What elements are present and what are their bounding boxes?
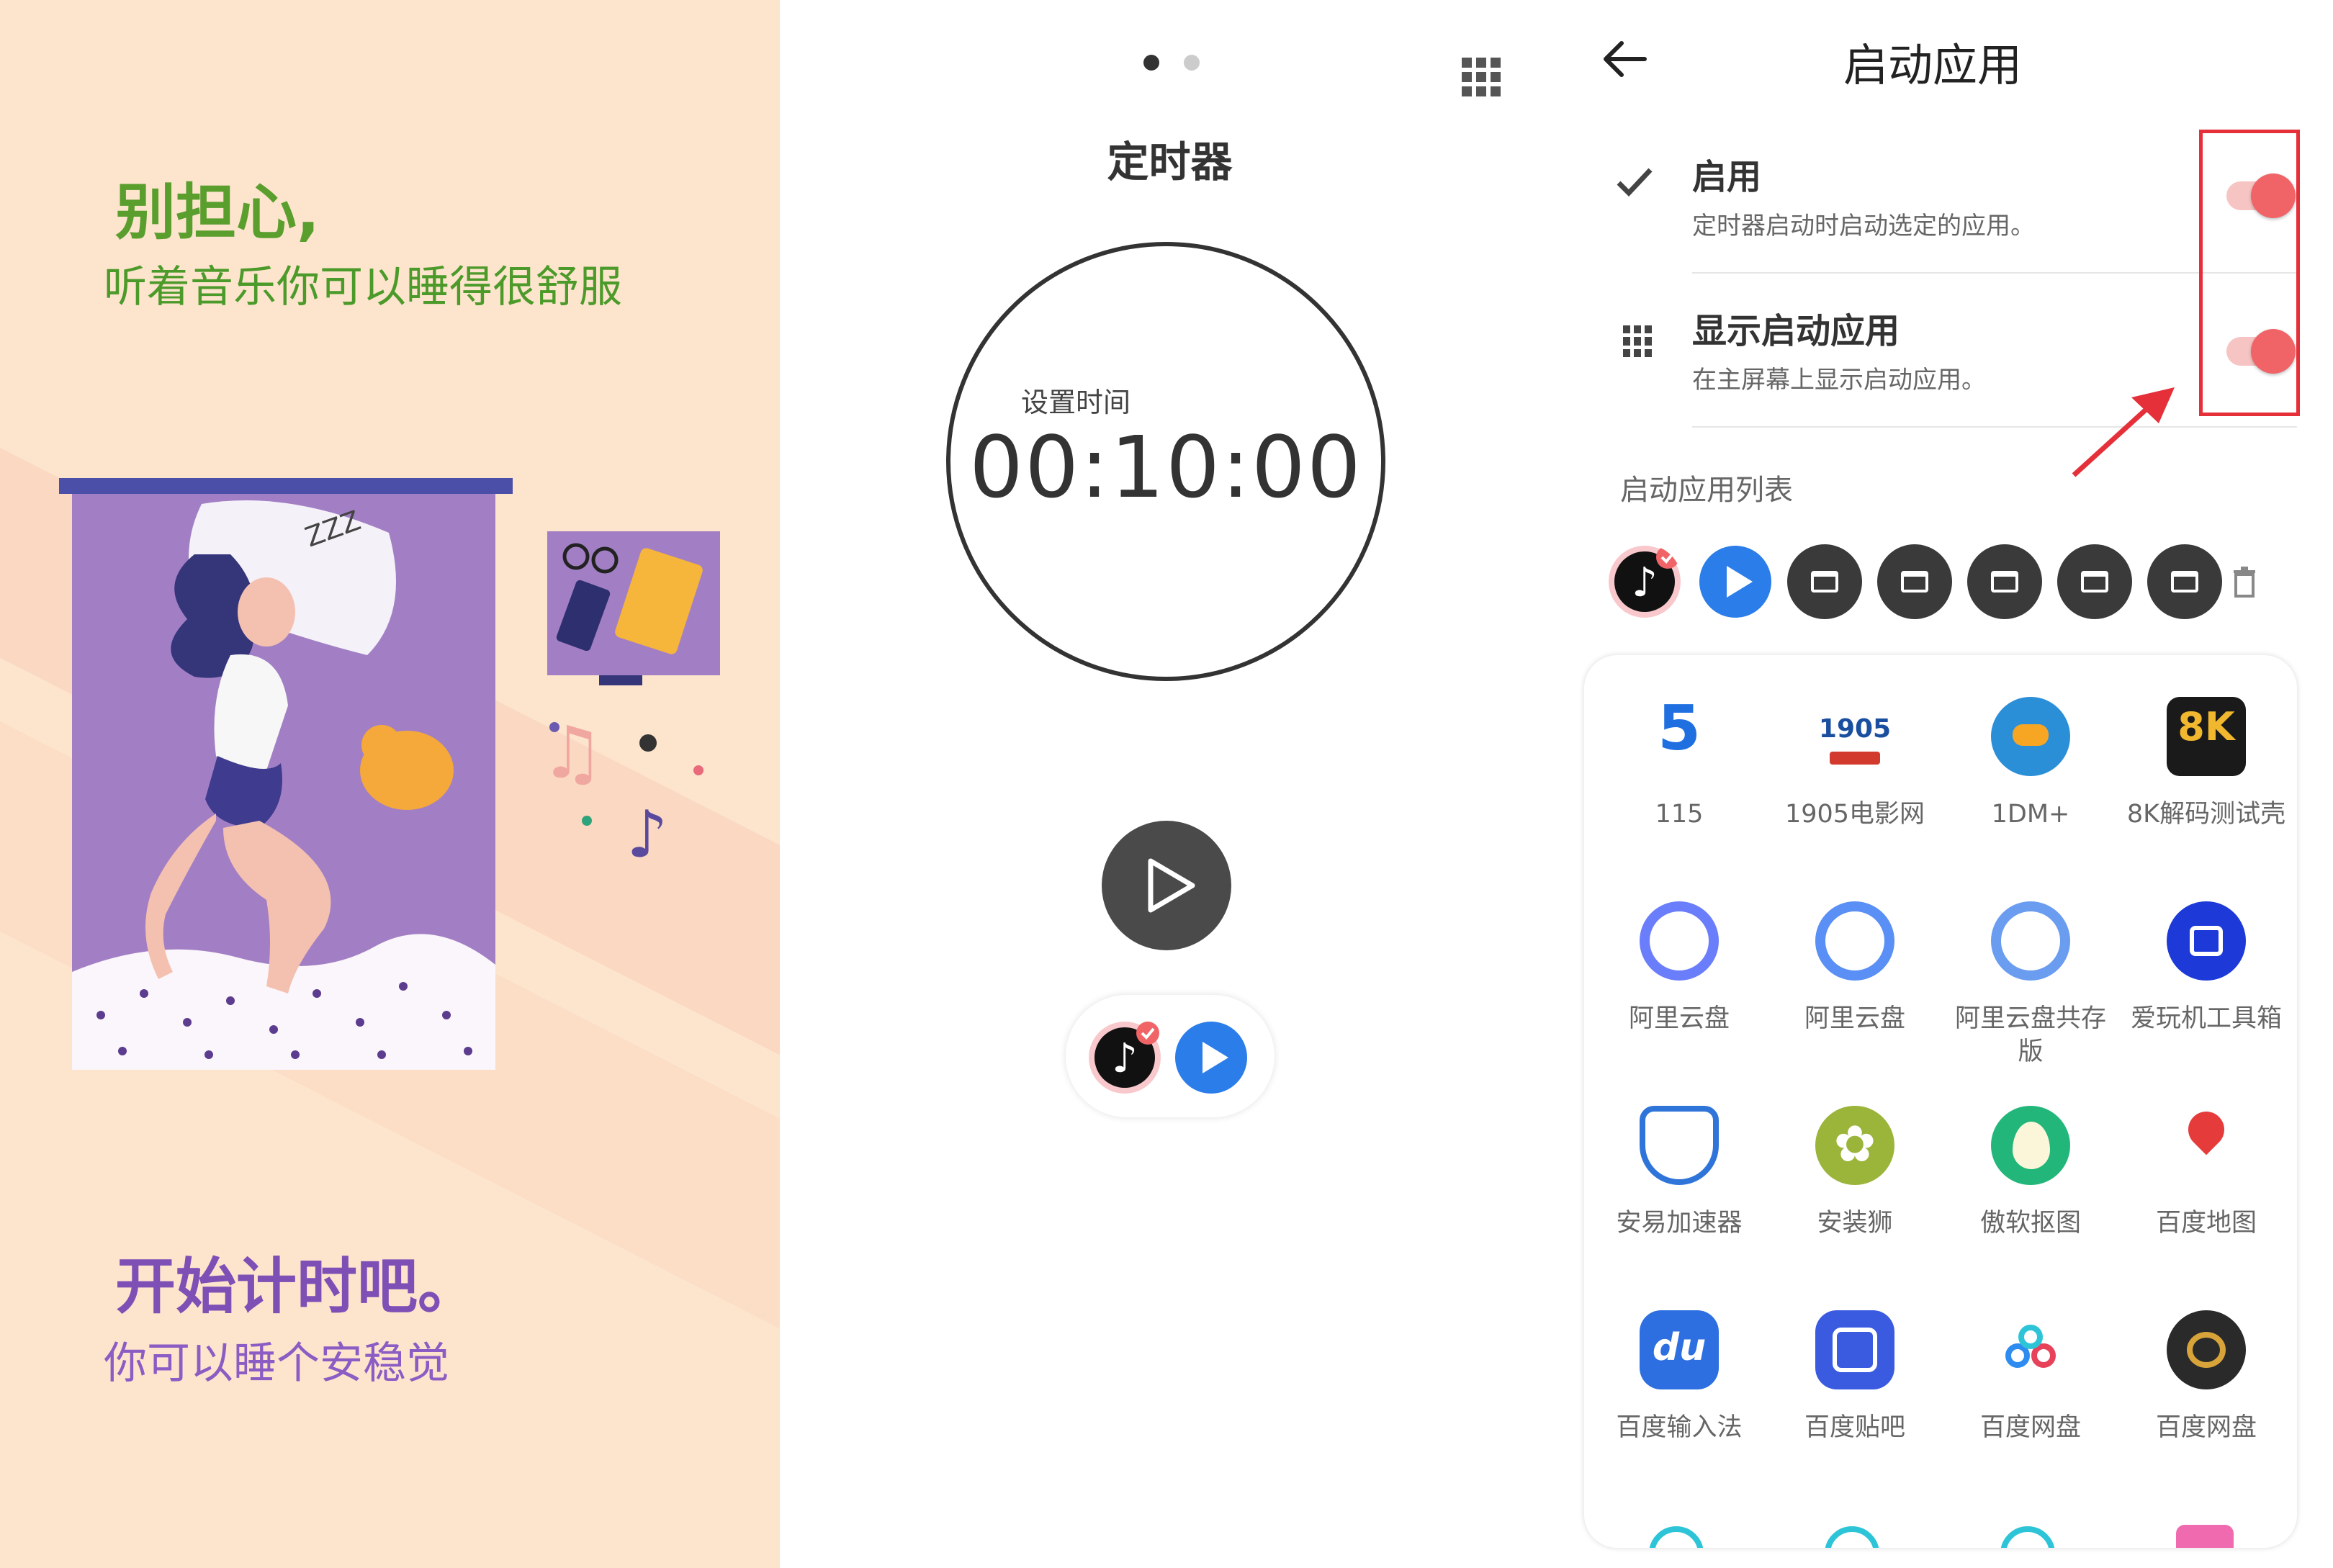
- app-item[interactable]: ✿ 安装狮: [1768, 1106, 1941, 1240]
- app-label: 1905电影网: [1784, 800, 1925, 829]
- play-icon[interactable]: [1698, 544, 1773, 619]
- app-item[interactable]: 1905 1905电影网: [1768, 697, 1941, 831]
- window-icon[interactable]: [1787, 544, 1862, 619]
- annotation-highlight-box: [2199, 130, 2300, 416]
- app-item[interactable]: 百度网盘: [1944, 1310, 2117, 1444]
- splash-headline: 别担心,: [115, 177, 320, 248]
- enable-row-title: 启用: [1692, 157, 1762, 197]
- app-item[interactable]: 阿里云盘: [1593, 901, 1766, 1035]
- download-icon: [1991, 697, 2070, 776]
- show-row-title: 显示启动应用: [1692, 311, 1900, 351]
- app-label: 阿里云盘共存版: [1954, 1004, 2106, 1066]
- page-title: 启动应用: [1843, 39, 2023, 91]
- show-row-subtitle: 在主屏幕上显示启动应用。: [1692, 366, 1986, 395]
- launch-list-title: 启动应用列表: [1620, 474, 1793, 507]
- splash-headline-2: 开始计时吧。: [115, 1251, 479, 1322]
- app-item[interactable]: 1DM+: [1944, 697, 2117, 831]
- window-icon[interactable]: [2147, 544, 2222, 619]
- app-item[interactable]: 5 115: [1593, 693, 1766, 831]
- app-label: 百度网盘: [1979, 1413, 2081, 1442]
- app-item[interactable]: du 百度输入法: [1593, 1310, 1766, 1444]
- app-label: 1DM+: [1991, 800, 2070, 829]
- app-icon-partial[interactable]: [2176, 1525, 2234, 1548]
- enable-row-subtitle: 定时器启动时启动选定的应用。: [1692, 212, 2035, 240]
- app-label: 阿里云盘: [1804, 1004, 1905, 1033]
- svg-text:♪: ♪: [626, 797, 667, 873]
- app-item[interactable]: 百度网盘: [2120, 1310, 2293, 1444]
- app-item[interactable]: 爱玩机工具箱: [2120, 901, 2293, 1035]
- svg-text:♫: ♫: [540, 711, 605, 795]
- app-item[interactable]: 8K 8K解码测试壳: [2120, 697, 2293, 831]
- app-label: 百度输入法: [1616, 1413, 1743, 1442]
- app-label: 爱玩机工具箱: [2130, 1004, 2282, 1033]
- app-grid: 5 115 1905 1905电影网 1DM+ 8K 8K解码测试壳 阿里云盘 …: [1584, 655, 2297, 1548]
- grid-icon: [1623, 325, 1655, 357]
- splash-subline-2: 你可以睡个安稳觉: [104, 1338, 449, 1389]
- app-label: 百度地图: [2155, 1209, 2257, 1238]
- shield-icon: [1640, 1106, 1719, 1185]
- app-icon-partial[interactable]: [2000, 1526, 2055, 1548]
- du-icon: du: [1640, 1310, 1719, 1389]
- map-pin-icon: [2167, 1104, 2246, 1185]
- sleeping-girl-illustration: ZZZ ♫ ♪: [59, 478, 720, 1070]
- set-time-label: 设置时间: [1021, 387, 1131, 418]
- play-icon[interactable]: [1174, 1020, 1249, 1095]
- 115-icon: 5: [1640, 693, 1719, 776]
- app-label: 傲软抠图: [1979, 1209, 2081, 1238]
- cloud-icon: [1991, 1310, 2070, 1389]
- back-arrow-icon[interactable]: [1600, 37, 1650, 81]
- tiktok-icon[interactable]: ♪: [1087, 1020, 1162, 1095]
- timer-title: 定时器: [1107, 138, 1233, 186]
- app-item[interactable]: 百度贴吧: [1768, 1310, 1941, 1444]
- aliyun-icon: [1991, 901, 2070, 981]
- app-label: 8K解码测试壳: [2126, 800, 2286, 829]
- app-label: 百度贴吧: [1804, 1413, 1905, 1442]
- app-icon-partial[interactable]: [1649, 1526, 1704, 1548]
- tiktok-icon[interactable]: ♪: [1607, 544, 1682, 619]
- tieba-icon: [1815, 1310, 1894, 1389]
- start-timer-button[interactable]: [1102, 821, 1231, 950]
- aliyun-icon: [1640, 901, 1719, 981]
- app-item[interactable]: 阿里云盘: [1768, 901, 1941, 1035]
- page-indicator-dot[interactable]: [1184, 55, 1200, 71]
- 1905-icon: 1905: [1815, 697, 1894, 776]
- app-item[interactable]: 百度地图: [2120, 1104, 2293, 1240]
- app-icon-partial[interactable]: [1825, 1526, 1879, 1548]
- app-item[interactable]: 阿里云盘共存版: [1944, 901, 2117, 1068]
- app-label: 安易加速器: [1616, 1209, 1743, 1238]
- app-label: 安装狮: [1817, 1209, 1893, 1238]
- play-icon: [1148, 858, 1195, 913]
- app-label: 115: [1655, 800, 1704, 829]
- flower-icon: ✿: [1815, 1106, 1894, 1185]
- svg-text:♪: ♪: [1112, 1035, 1138, 1082]
- timer-screen: [780, 0, 1560, 1568]
- app-item[interactable]: 傲软抠图: [1944, 1106, 2117, 1240]
- page-indicator-dot-active[interactable]: [1143, 55, 1159, 71]
- launch-apps-pill[interactable]: ♪: [1066, 995, 1275, 1117]
- check-icon: [1617, 168, 1653, 197]
- splash-screen: 别担心, 听着音乐你可以睡得很舒服 ZZZ ♫ ♪ 开始计时吧。 你可以睡个安稳…: [0, 0, 780, 1568]
- aliyun-icon: [1815, 901, 1894, 981]
- svg-text:♪: ♪: [1632, 559, 1658, 606]
- window-icon[interactable]: [2057, 544, 2132, 619]
- window-icon[interactable]: [1877, 544, 1952, 619]
- window-icon[interactable]: [1967, 544, 2042, 619]
- apps-grid-icon[interactable]: [1462, 58, 1501, 96]
- toolbox-icon: [2167, 901, 2246, 981]
- time-display[interactable]: 00:10:00: [946, 418, 1385, 517]
- divider: [1692, 426, 2297, 428]
- app-item[interactable]: 安易加速器: [1593, 1106, 1766, 1240]
- 8k-icon: 8K: [2167, 697, 2246, 776]
- cloud-dark-icon: [2167, 1310, 2246, 1389]
- app-label: 阿里云盘: [1628, 1004, 1730, 1033]
- splash-subline: 听着音乐你可以睡得很舒服: [104, 262, 622, 312]
- trash-icon[interactable]: [2232, 566, 2257, 598]
- leaf-icon: [1991, 1106, 2070, 1185]
- app-label: 百度网盘: [2155, 1413, 2257, 1442]
- annotation-arrow: [2072, 387, 2175, 477]
